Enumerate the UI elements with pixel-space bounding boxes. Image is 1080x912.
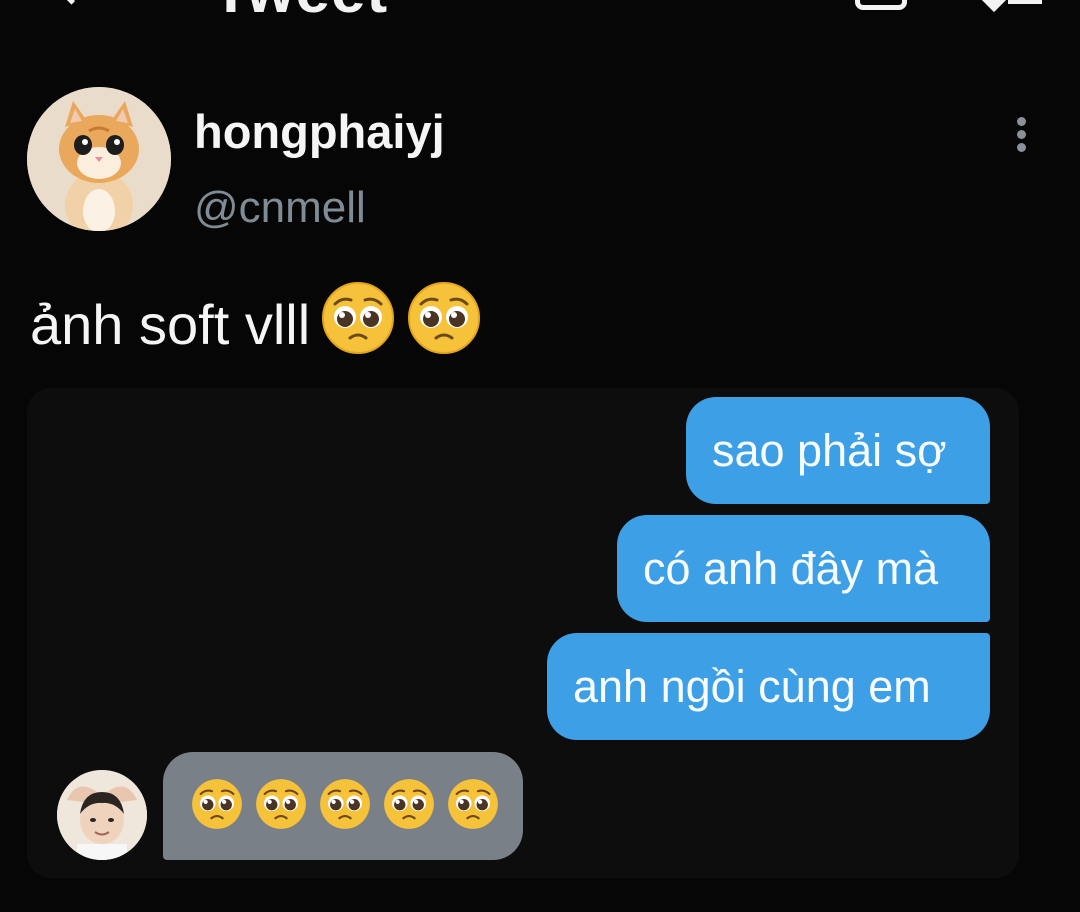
tweet-screen: Tweet hongphaiyj @cn <box>0 0 1080 912</box>
camera-icon[interactable] <box>855 0 907 10</box>
pleading-face-icon <box>446 777 500 836</box>
author-avatar[interactable] <box>27 87 171 231</box>
sent-message-bubble: có anh đây mà <box>617 515 990 622</box>
tweet-media-image[interactable]: sao phải sợ có anh đây mà anh ngồi cùng … <box>27 388 1019 878</box>
pleading-face-icon <box>190 777 244 836</box>
pleading-face-icon <box>318 777 372 836</box>
sent-message-bubble: anh ngồi cùng em <box>547 633 990 740</box>
tweet-text: ảnh soft vlll <box>30 293 311 356</box>
sender-avatar <box>57 770 147 860</box>
more-vertical-icon[interactable] <box>1008 114 1036 154</box>
author-name[interactable]: hongphaiyj <box>194 104 445 159</box>
screen-title: Tweet <box>212 0 388 22</box>
tweet-text-line: ảnh soft vlll <box>30 280 482 369</box>
pleading-face-icon <box>382 777 436 836</box>
author-handle[interactable]: @cnmell <box>194 183 366 233</box>
sent-message-bubble: sao phải sợ <box>686 397 990 504</box>
pleading-face-icon <box>254 777 308 836</box>
top-bar: Tweet <box>0 0 1080 22</box>
pleading-face-icon <box>406 280 482 369</box>
back-arrow-icon[interactable] <box>52 0 91 5</box>
heart-list-icon[interactable] <box>979 0 1044 14</box>
received-message-bubble <box>163 752 523 860</box>
pleading-face-icon <box>320 280 396 369</box>
